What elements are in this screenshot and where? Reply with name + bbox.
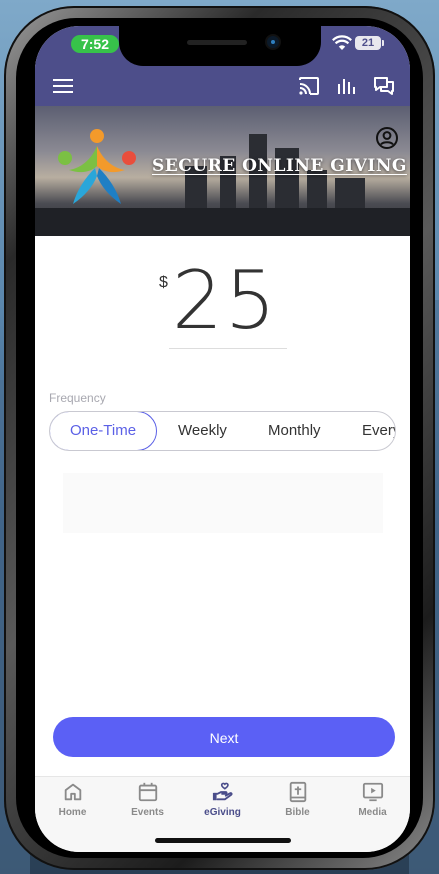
church-logo <box>58 129 136 204</box>
chat-icon[interactable] <box>372 74 396 98</box>
next-button[interactable]: Next <box>53 717 395 757</box>
frequency-option-every[interactable]: Every <box>362 412 395 450</box>
cast-icon[interactable] <box>297 74 321 98</box>
home-icon <box>64 783 81 801</box>
frequency-selector: One-Time Weekly Monthly Every <box>49 411 396 451</box>
account-icon[interactable] <box>375 126 399 150</box>
status-time: 7:52 <box>71 35 119 53</box>
banner-title: SECURE ONLINE GIVING <box>152 156 407 176</box>
phone-notch <box>119 26 321 66</box>
front-camera <box>267 36 279 48</box>
frequency-label: Frequency <box>49 391 106 405</box>
wifi-icon <box>332 35 352 50</box>
tab-events[interactable]: Events <box>110 781 185 831</box>
tab-label: Home <box>58 807 87 818</box>
speaker-grille <box>187 40 247 45</box>
tab-label: eGiving <box>204 807 241 818</box>
currency-symbol: $ <box>159 274 168 291</box>
amount-underline <box>169 348 287 349</box>
giving-banner: SECURE ONLINE GIVING <box>35 106 410 236</box>
calendar-icon <box>138 782 157 802</box>
home-indicator[interactable] <box>155 838 291 843</box>
app-header <box>35 66 410 106</box>
tab-label: Bible <box>285 807 310 818</box>
frequency-option-weekly[interactable]: Weekly <box>178 412 227 450</box>
app-screen: 7:52 21 SECURE ONLINE GIVING $ 25 Freque… <box>35 26 410 852</box>
tab-media[interactable]: Media <box>335 781 410 831</box>
tab-home[interactable]: Home <box>35 781 110 831</box>
battery-indicator: 21 <box>355 36 384 50</box>
giving-hand-icon <box>212 782 232 801</box>
tab-label: Events <box>131 807 164 818</box>
media-play-icon <box>362 782 383 802</box>
tab-egiving[interactable]: eGiving <box>185 781 260 831</box>
hamburger-menu-icon[interactable] <box>51 74 75 98</box>
tab-bible[interactable]: Bible <box>260 781 335 831</box>
tab-label: Media <box>358 807 387 818</box>
loading-panel <box>63 473 383 533</box>
giving-form: $ 25 Frequency One-Time Weekly Monthly E… <box>35 236 410 776</box>
amount-input[interactable]: 25 <box>172 254 278 347</box>
frequency-option-one-time[interactable]: One-Time <box>50 412 157 450</box>
bible-icon <box>289 781 306 803</box>
frequency-option-monthly[interactable]: Monthly <box>268 412 321 450</box>
audio-bars-icon[interactable] <box>335 74 359 98</box>
